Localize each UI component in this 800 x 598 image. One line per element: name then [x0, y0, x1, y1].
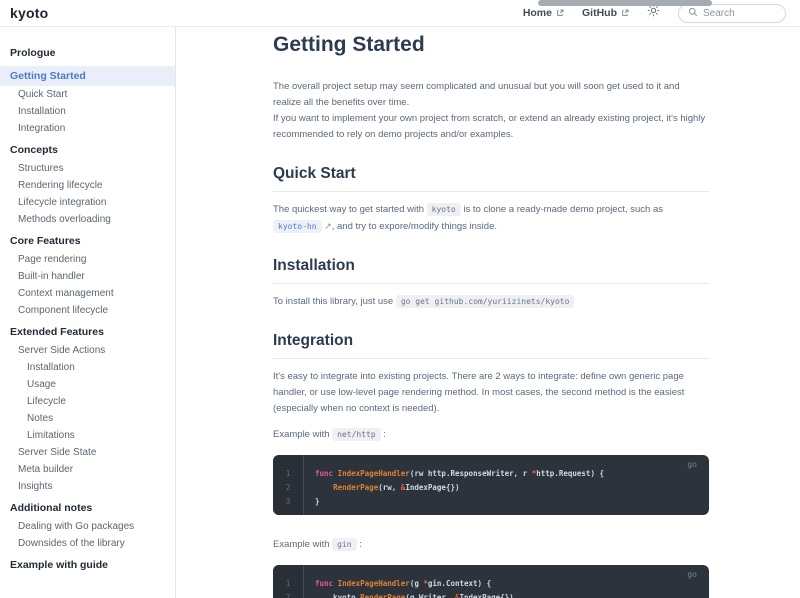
inline-code-link[interactable]: kyoto-hn: [273, 220, 322, 233]
sidebar-item-structures[interactable]: Structures: [0, 160, 175, 177]
search-icon: [688, 4, 698, 22]
section-heading-installation: Installation: [273, 257, 709, 284]
inline-code: go get github.com/yuriizinets/kyoto: [396, 295, 575, 308]
line-number: 2: [273, 481, 303, 495]
code-line: 1func IndexPageHandler(g *gin.Context) {: [273, 577, 709, 591]
code-block: go1func IndexPageHandler(rw http.Respons…: [273, 455, 709, 515]
sidebar-item-core-features[interactable]: Core Features: [0, 231, 175, 251]
sidebar-item-context-management[interactable]: Context management: [0, 285, 175, 302]
nav-link-home-label: Home: [523, 7, 552, 19]
sidebar-item-limitations[interactable]: Limitations: [0, 427, 175, 444]
sidebar-item-insights[interactable]: Insights: [0, 478, 175, 495]
sidebar-item-methods-overloading[interactable]: Methods overloading: [0, 211, 175, 228]
sidebar-item-usage[interactable]: Usage: [0, 376, 175, 393]
code-token: http.Request) {: [536, 469, 604, 478]
code-token: (rw,: [378, 483, 401, 492]
paragraph: It's easy to integrate into existing pro…: [273, 369, 709, 417]
content: Getting Started The overall project setup…: [273, 33, 709, 598]
paragraph: To install this library, just use go get…: [273, 294, 709, 310]
external-link-icon[interactable]: ↗: [324, 221, 332, 231]
code-block: go1func IndexPageHandler(g *gin.Context)…: [273, 565, 709, 598]
page-body: PrologueGetting StartedQuick StartInstal…: [0, 27, 800, 598]
nav-link-github[interactable]: GitHub: [582, 7, 629, 19]
inline-code: gin: [332, 538, 356, 551]
code-token: func: [315, 579, 338, 588]
sidebar-item-installation[interactable]: Installation: [0, 103, 175, 120]
code-token: RenderPage: [333, 483, 378, 492]
sidebar-item-lifecycle-integration[interactable]: Lifecycle integration: [0, 194, 175, 211]
app-logo[interactable]: kyoto: [10, 5, 48, 21]
external-link-icon: [556, 9, 564, 17]
nav-link-home[interactable]: Home: [523, 7, 564, 19]
nav-link-github-label: GitHub: [582, 7, 617, 19]
section-heading-quick-start: Quick Start: [273, 165, 709, 192]
code-line: 1func IndexPageHandler(rw http.ResponseW…: [273, 467, 709, 481]
sidebar-item-dealing-with-go-packages[interactable]: Dealing with Go packages: [0, 518, 175, 535]
code-token: kyoto.: [315, 593, 360, 598]
inline-code: net/http: [332, 428, 381, 441]
sidebar-item-example-with-guide[interactable]: Example with guide: [0, 555, 175, 575]
sidebar-item-server-side-state[interactable]: Server Side State: [0, 444, 175, 461]
sidebar: PrologueGetting StartedQuick StartInstal…: [0, 27, 176, 598]
code-token: RenderPage: [360, 593, 405, 598]
sidebar-item-downsides-of-the-library[interactable]: Downsides of the library: [0, 535, 175, 552]
search-input[interactable]: [703, 8, 779, 19]
code-token: gin.Context) {: [428, 579, 491, 588]
sidebar-item-built-in-handler[interactable]: Built-in handler: [0, 268, 175, 285]
code-line: 2 RenderPage(rw, &IndexPage{}): [273, 481, 709, 495]
sidebar-item-meta-builder[interactable]: Meta builder: [0, 461, 175, 478]
code-token: IndexPageHandler: [338, 579, 410, 588]
section-heading-integration: Integration: [273, 332, 709, 359]
paragraph: The overall project setup may seem compl…: [273, 79, 709, 143]
sidebar-item-rendering-lifecycle[interactable]: Rendering lifecycle: [0, 177, 175, 194]
paragraph: The quickest way to get started with kyo…: [273, 202, 709, 235]
code-token: IndexPage{}): [405, 483, 459, 492]
code-text: kyoto.RenderPage(g.Writer, &IndexPage{}): [303, 591, 514, 598]
top-scrollbar-pill: [538, 0, 712, 6]
code-text: }: [303, 495, 320, 509]
inline-code: kyoto: [427, 203, 461, 216]
main-content: Getting Started The overall project setup…: [176, 27, 800, 598]
sidebar-item-notes[interactable]: Notes: [0, 410, 175, 427]
page-title: Getting Started: [273, 33, 709, 57]
code-token: (g.Writer,: [405, 593, 455, 598]
line-number: 1: [273, 467, 303, 481]
code-text: func IndexPageHandler(g *gin.Context) {: [303, 577, 491, 591]
external-link-icon: [621, 9, 629, 17]
line-number: 2: [273, 591, 303, 598]
sidebar-item-additional-notes[interactable]: Additional notes: [0, 498, 175, 518]
sidebar-item-prologue[interactable]: Prologue: [0, 43, 175, 63]
paragraph: Example with gin :: [273, 537, 709, 553]
line-number: 1: [273, 577, 303, 591]
code-token: func: [315, 469, 338, 478]
sidebar-item-installation[interactable]: Installation: [0, 359, 175, 376]
code-line: 2 kyoto.RenderPage(g.Writer, &IndexPage{…: [273, 591, 709, 598]
sidebar-item-page-rendering[interactable]: Page rendering: [0, 251, 175, 268]
sidebar-item-server-side-actions[interactable]: Server Side Actions: [0, 342, 175, 359]
paragraph: Example with net/http :: [273, 427, 709, 443]
code-token: }: [315, 497, 320, 506]
sidebar-item-quick-start[interactable]: Quick Start: [0, 86, 175, 103]
line-number: 3: [273, 495, 303, 509]
code-line: 3}: [273, 495, 709, 509]
sidebar-item-component-lifecycle[interactable]: Component lifecycle: [0, 302, 175, 319]
code-token: IndexPage{}): [460, 593, 514, 598]
sidebar-item-lifecycle[interactable]: Lifecycle: [0, 393, 175, 410]
search-box[interactable]: [678, 4, 786, 23]
code-token: (g: [410, 579, 424, 588]
code-text: func IndexPageHandler(rw http.ResponseWr…: [303, 467, 604, 481]
sidebar-item-integration[interactable]: Integration: [0, 120, 175, 137]
code-text: RenderPage(rw, &IndexPage{}): [303, 481, 460, 495]
sidebar-item-concepts[interactable]: Concepts: [0, 140, 175, 160]
code-token: [315, 483, 333, 492]
sidebar-item-getting-started[interactable]: Getting Started: [0, 66, 175, 86]
sidebar-item-extended-features[interactable]: Extended Features: [0, 322, 175, 342]
header-nav: Home GitHub: [523, 4, 786, 23]
sun-icon: [647, 4, 660, 22]
theme-toggle-button[interactable]: [647, 4, 660, 22]
code-token: (rw http.ResponseWriter, r: [410, 469, 532, 478]
code-token: IndexPageHandler: [338, 469, 410, 478]
